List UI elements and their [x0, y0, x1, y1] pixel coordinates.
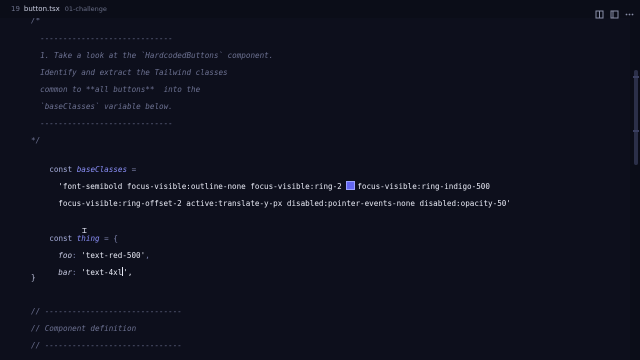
minimap-mark [633, 130, 639, 132]
code-line: foo: 'text-red-500', [58, 251, 150, 260]
code-line: 'font-semibold focus-visible:outline-non… [40, 169, 490, 191]
code-line: ----------------------------- [31, 119, 173, 128]
code-line: `baseClasses` variable below. [31, 102, 173, 111]
code-line: */ [31, 136, 41, 145]
scrollbar-thumb[interactable] [634, 70, 638, 165]
tab-filename[interactable]: button.tsx [24, 5, 60, 13]
code-line: // ------------------------------ [31, 307, 182, 316]
mouse-cursor-icon: ⌶ [82, 226, 87, 235]
code-line: // ------------------------------ [31, 341, 182, 350]
code-editor[interactable]: /* ----------------------------- 1. Take… [0, 18, 630, 360]
string-literal: focus-visible:ring-offset-2 active:trans… [58, 199, 511, 208]
code-line: 1. Take a look at the `HardcodedButtons`… [31, 51, 274, 60]
preview-icon[interactable] [610, 4, 619, 19]
more-icon[interactable] [625, 4, 634, 16]
code-line: // Component definition [31, 324, 137, 333]
code-line: bar: 'text-4xl', [58, 267, 133, 277]
property-key: bar [58, 268, 73, 277]
vertical-scrollbar[interactable] [630, 18, 640, 360]
title-bar: 19 button.tsx 01-challenge [0, 0, 640, 19]
code-line: common to **all buttons** into the [31, 85, 201, 94]
code-line: /* [31, 18, 41, 25]
split-view-icon[interactable] [595, 4, 604, 19]
toolbar-icons [595, 4, 634, 19]
code-line: } [31, 273, 36, 282]
tab-path: 01-challenge [64, 5, 107, 13]
code-line: focus-visible:ring-offset-2 active:trans… [40, 186, 511, 208]
tab-number: 19 [11, 5, 20, 13]
code-line: Identify and extract the Tailwind classe… [31, 68, 228, 77]
code-line: const thing = { [31, 221, 118, 243]
string-literal: 'text-4xl [81, 268, 123, 277]
code-line: const baseClasses = [31, 152, 136, 174]
string-literal: ', [123, 268, 133, 277]
minimap-mark [633, 76, 639, 78]
code-line: ----------------------------- [31, 34, 173, 43]
